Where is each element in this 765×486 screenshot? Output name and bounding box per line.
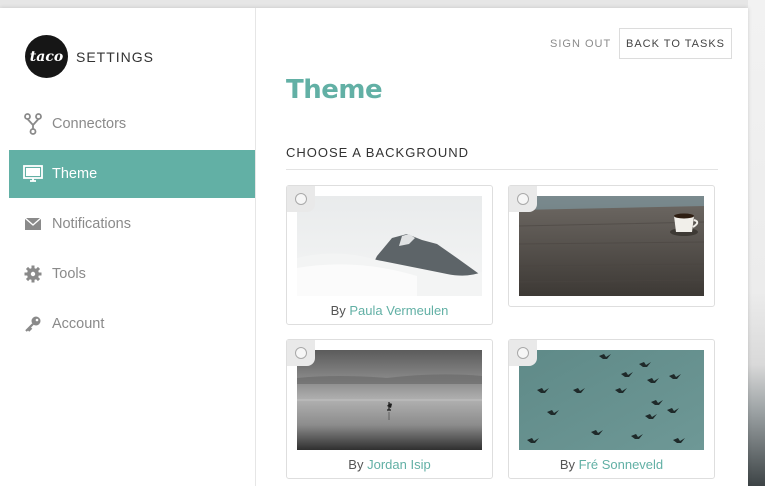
heron-on-lake-thumbnail <box>297 350 482 450</box>
app-title: SETTINGS <box>76 48 155 65</box>
sidebar-item-label: Connectors <box>52 116 127 132</box>
sidebar-item-notifications[interactable]: Notifications <box>9 200 255 248</box>
taco-logo: taco <box>25 35 68 78</box>
sidebar: taco SETTINGS Connectors Theme Notificat… <box>0 8 256 486</box>
author-link[interactable]: Paula Vermeulen <box>349 303 448 318</box>
main-panel: SIGN OUT BACK TO TASKS Theme CHOOSE A BA… <box>256 8 748 486</box>
page-title: Theme <box>286 75 383 105</box>
connectors-icon <box>23 113 43 135</box>
sidebar-item-label: Theme <box>52 166 98 182</box>
monitor-icon <box>23 164 43 184</box>
sidebar-item-theme[interactable]: Theme <box>9 150 255 198</box>
back-to-tasks-button[interactable]: BACK TO TASKS <box>619 28 732 59</box>
misty-mountain-thumbnail <box>297 196 482 296</box>
sidebar-item-label: Account <box>52 316 105 332</box>
image-credit: By Jordan Isip <box>348 457 431 472</box>
section-title: CHOOSE A BACKGROUND <box>286 145 469 160</box>
gear-icon <box>23 264 43 284</box>
key-icon <box>23 314 43 334</box>
sidebar-item-label: Notifications <box>52 216 131 232</box>
sidebar-item-tools[interactable]: Tools <box>9 250 255 298</box>
background-option-card[interactable]: By Jordan Isip <box>286 339 493 479</box>
desktop-background-edge <box>748 0 765 486</box>
envelope-icon <box>23 214 43 234</box>
sidebar-item-connectors[interactable]: Connectors <box>9 100 255 148</box>
desktop-background <box>0 0 765 8</box>
background-radio-button[interactable] <box>287 186 315 212</box>
background-option-card[interactable]: By Paula Vermeulen <box>286 185 493 325</box>
background-option-card[interactable]: By Fré Sonneveld <box>508 339 715 479</box>
brand: taco SETTINGS <box>25 35 154 78</box>
background-option-card[interactable] <box>508 185 715 307</box>
divider <box>286 169 718 170</box>
sign-out-link[interactable]: SIGN OUT <box>550 38 611 50</box>
sidebar-nav: Connectors Theme Notifications Tools Acc… <box>9 100 255 350</box>
image-credit: By Fré Sonneveld <box>559 457 664 472</box>
author-link[interactable]: Jordan Isip <box>367 457 431 472</box>
image-credit: By Paula Vermeulen <box>330 303 449 318</box>
coffee-on-table-thumbnail <box>519 196 704 296</box>
sidebar-item-account[interactable]: Account <box>9 300 255 348</box>
background-radio-button[interactable] <box>509 186 537 212</box>
background-radio-button[interactable] <box>287 340 315 366</box>
birds-in-sky-thumbnail <box>519 350 704 450</box>
author-link[interactable]: Fré Sonneveld <box>579 457 664 472</box>
background-radio-button[interactable] <box>509 340 537 366</box>
sidebar-item-label: Tools <box>52 266 86 282</box>
